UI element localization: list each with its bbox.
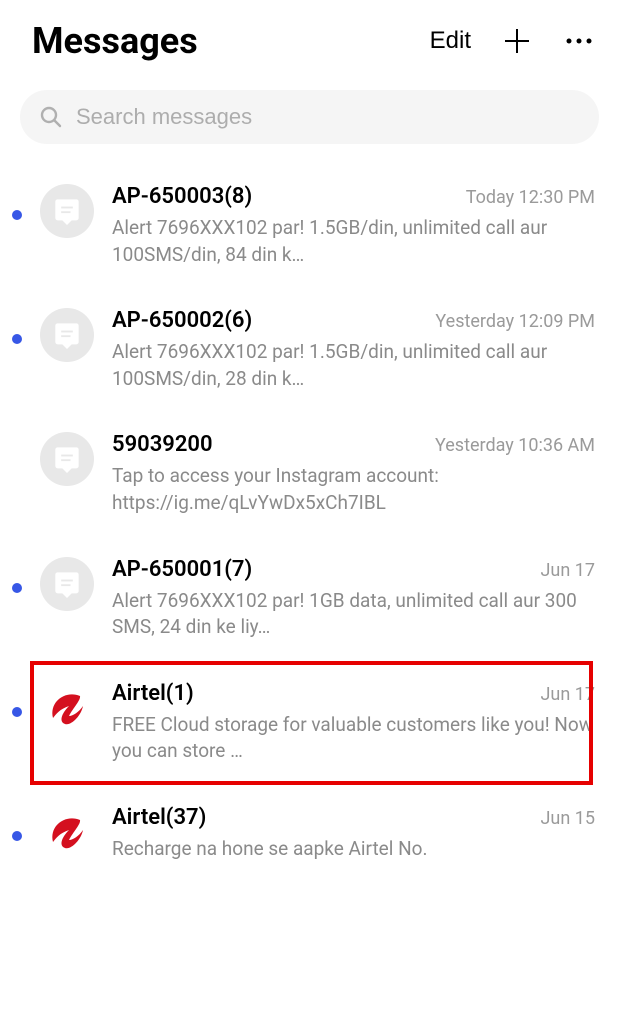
conversation-title: AP-650001(7)	[112, 557, 252, 582]
more-button[interactable]	[563, 25, 595, 57]
more-horizontal-icon	[565, 37, 593, 45]
conversation-time: Jun 15	[541, 808, 596, 829]
conversation-list: AP-650003(8) Today 12:30 PM Alert 7696XXX1…	[0, 164, 619, 883]
page-title: Messages	[32, 20, 418, 62]
conversation-item[interactable]: AP-650002(6) Yesterday 12:09 PM Alert 7696…	[0, 288, 619, 412]
conversation-content: Airtel(1) Jun 17 FREE Cloud storage for va…	[112, 681, 595, 765]
chat-avatar-icon	[40, 432, 94, 486]
plus-icon	[503, 27, 531, 55]
conversation-item[interactable]: 59039200 Yesterday 10:36 AM Tap to access …	[0, 412, 619, 536]
conversation-preview: Recharge na hone se aapke Airtel No.	[112, 836, 595, 863]
unread-indicator	[12, 583, 22, 593]
conversation-header: AP-650003(8) Today 12:30 PM	[112, 184, 595, 209]
conversation-content: AP-650003(8) Today 12:30 PM Alert 7696XXX1…	[112, 184, 595, 268]
search-icon	[40, 106, 62, 128]
conversation-header: AP-650001(7) Jun 17	[112, 557, 595, 582]
conversation-header: Airtel(1) Jun 17	[112, 681, 595, 706]
compose-button[interactable]	[501, 25, 533, 57]
airtel-avatar-icon	[40, 681, 94, 735]
header: Messages Edit	[0, 0, 619, 74]
conversation-header: AP-650002(6) Yesterday 12:09 PM	[112, 308, 595, 333]
edit-button[interactable]: Edit	[430, 27, 471, 55]
conversation-header: Airtel(37) Jun 15	[112, 805, 595, 830]
conversation-time: Yesterday 10:36 AM	[435, 435, 595, 456]
conversation-item[interactable]: AP-650001(7) Jun 17 Alert 7696XXX102 par! …	[0, 537, 619, 661]
conversation-title: Airtel(1)	[112, 681, 194, 706]
conversation-item[interactable]: AP-650003(8) Today 12:30 PM Alert 7696XXX1…	[0, 164, 619, 288]
conversation-preview: Tap to access your Instagram account: ht…	[112, 463, 595, 516]
search-bar[interactable]	[20, 90, 599, 144]
conversation-header: 59039200 Yesterday 10:36 AM	[112, 432, 595, 457]
conversation-content: 59039200 Yesterday 10:36 AM Tap to access …	[112, 432, 595, 516]
conversation-title: AP-650002(6)	[112, 308, 252, 333]
unread-indicator	[12, 831, 22, 841]
airtel-avatar-icon	[40, 805, 94, 859]
conversation-title: 59039200	[112, 432, 213, 457]
conversation-item[interactable]: Airtel(37) Jun 15 Recharge na hone se aapk…	[0, 785, 619, 883]
conversation-preview: FREE Cloud storage for valuable customer…	[112, 712, 595, 765]
chat-avatar-icon	[40, 308, 94, 362]
conversation-item[interactable]: Airtel(1) Jun 17 FREE Cloud storage for va…	[0, 661, 619, 785]
chat-avatar-icon	[40, 557, 94, 611]
unread-indicator	[12, 210, 22, 220]
conversation-preview: Alert 7696XXX102 par! 1GB data, unlimite…	[112, 588, 595, 641]
conversation-title: AP-650003(8)	[112, 184, 252, 209]
search-input[interactable]	[76, 104, 579, 130]
conversation-content: AP-650001(7) Jun 17 Alert 7696XXX102 par! …	[112, 557, 595, 641]
conversation-title: Airtel(37)	[112, 805, 206, 830]
header-actions: Edit	[430, 25, 595, 57]
chat-avatar-icon	[40, 184, 94, 238]
unread-indicator	[12, 707, 22, 717]
conversation-preview: Alert 7696XXX102 par! 1.5GB/din, unlimit…	[112, 215, 595, 268]
conversation-time: Jun 17	[541, 684, 596, 705]
conversation-time: Jun 17	[541, 560, 596, 581]
unread-indicator	[12, 334, 22, 344]
conversation-content: Airtel(37) Jun 15 Recharge na hone se aapk…	[112, 805, 595, 863]
conversation-time: Yesterday 12:09 PM	[435, 311, 595, 332]
conversation-time: Today 12:30 PM	[466, 187, 595, 208]
conversation-content: AP-650002(6) Yesterday 12:09 PM Alert 7696…	[112, 308, 595, 392]
conversation-preview: Alert 7696XXX102 par! 1.5GB/din, unlimit…	[112, 339, 595, 392]
